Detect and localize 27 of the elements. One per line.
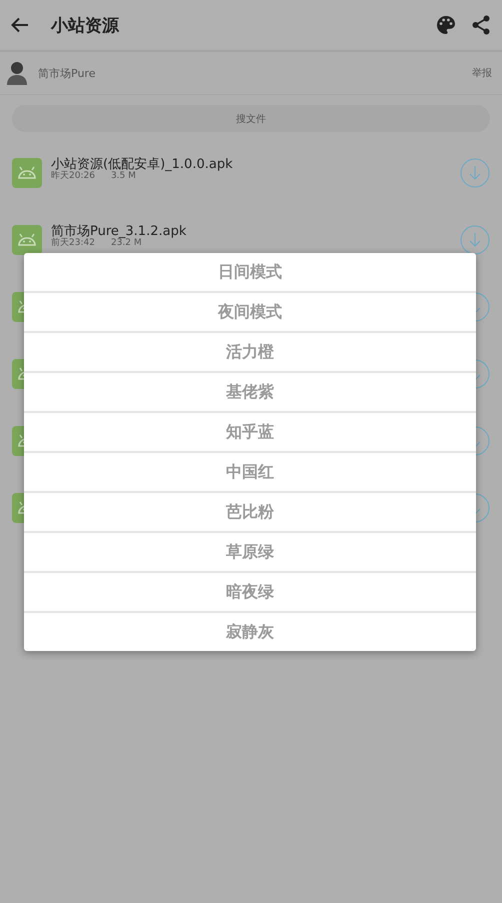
- theme-option[interactable]: 芭比粉: [24, 493, 476, 533]
- back-icon[interactable]: [11, 17, 29, 33]
- theme-option[interactable]: 暗夜绿: [24, 573, 476, 613]
- file-size: 23.2 M: [110, 239, 142, 250]
- search-button[interactable]: 搜文件: [12, 105, 490, 132]
- theme-option[interactable]: 知乎蓝: [24, 413, 476, 453]
- page-title: 小站资源: [51, 14, 119, 36]
- share-icon[interactable]: [472, 15, 490, 35]
- theme-option[interactable]: 中国红: [24, 453, 476, 493]
- theme-option[interactable]: 夜间模式: [24, 293, 476, 333]
- theme-option[interactable]: 活力橙: [24, 333, 476, 373]
- file-date: 昨天20:26: [51, 172, 95, 182]
- theme-option[interactable]: 日间模式: [24, 253, 476, 293]
- uploader-name[interactable]: 简市场Pure: [38, 66, 96, 80]
- file-name[interactable]: 简市场Pure_3.1.2.apk: [51, 224, 186, 240]
- download-icon[interactable]: [460, 224, 490, 254]
- palette-icon[interactable]: [436, 15, 456, 35]
- theme-option[interactable]: 寂静灰: [24, 613, 476, 651]
- theme-option[interactable]: 基佬紫: [24, 373, 476, 413]
- avatar-icon: [6, 61, 28, 85]
- theme-option[interactable]: 草原绿: [24, 533, 476, 573]
- file-name[interactable]: 小站资源(低配安卓)_1.0.0.apk: [51, 156, 233, 172]
- file-size: 3.5 M: [110, 172, 136, 182]
- report-link[interactable]: 举报: [472, 66, 492, 80]
- android-icon: [12, 224, 42, 254]
- file-date: 前天23:42: [51, 239, 95, 250]
- android-icon: [12, 158, 42, 188]
